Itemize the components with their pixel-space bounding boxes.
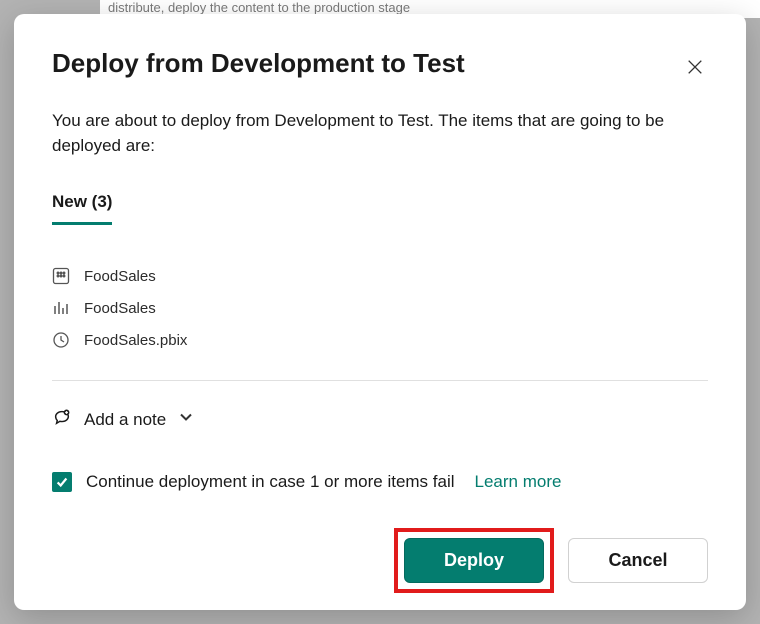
add-note-toggle[interactable]: Add a note: [52, 407, 708, 432]
tab-new[interactable]: New (3): [52, 192, 112, 225]
note-icon: [52, 407, 72, 432]
deploy-dialog: Deploy from Development to Test You are …: [14, 14, 746, 610]
list-item: FoodSales.pbix: [52, 324, 708, 356]
tabs: New (3): [52, 192, 708, 226]
dialog-actions: Deploy Cancel: [394, 528, 708, 593]
dialog-title: Deploy from Development to Test: [52, 48, 465, 79]
add-note-label: Add a note: [84, 410, 166, 430]
items-list: FoodSales FoodSales FoodSales.pbix: [52, 260, 708, 356]
close-button[interactable]: [682, 54, 708, 83]
item-label: FoodSales: [84, 300, 156, 317]
dialog-header: Deploy from Development to Test: [52, 48, 708, 83]
continue-on-fail-row: Continue deployment in case 1 or more it…: [52, 472, 708, 492]
dialog-description: You are about to deploy from Development…: [52, 109, 708, 158]
close-icon: [686, 64, 704, 79]
dataset-icon: [52, 267, 70, 285]
learn-more-link[interactable]: Learn more: [475, 472, 562, 492]
list-item: FoodSales: [52, 260, 708, 292]
annotation-highlight: Deploy: [394, 528, 554, 593]
list-item: FoodSales: [52, 292, 708, 324]
report-icon: [52, 299, 70, 317]
continue-on-fail-checkbox[interactable]: [52, 472, 72, 492]
deploy-button[interactable]: Deploy: [404, 538, 544, 583]
file-icon: [52, 331, 70, 349]
item-label: FoodSales: [84, 268, 156, 285]
item-label: FoodSales.pbix: [84, 332, 187, 349]
cancel-button[interactable]: Cancel: [568, 538, 708, 583]
divider: [52, 380, 708, 381]
chevron-down-icon: [178, 409, 194, 430]
continue-on-fail-label: Continue deployment in case 1 or more it…: [86, 472, 455, 492]
